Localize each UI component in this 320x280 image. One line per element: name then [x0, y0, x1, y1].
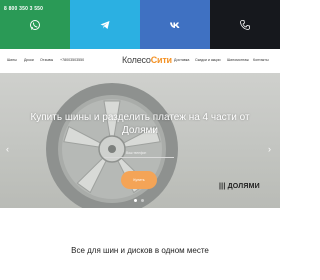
- nav-tires[interactable]: Шины: [7, 58, 17, 62]
- social-bar: 8 800 350 3 550: [0, 0, 280, 49]
- nav-phone[interactable]: +78003503550: [60, 58, 84, 62]
- vk-link[interactable]: [140, 0, 210, 49]
- call-link[interactable]: [210, 0, 280, 49]
- nav-delivery[interactable]: Доставка: [174, 58, 189, 62]
- site-logo[interactable]: КолесоСити: [122, 55, 172, 65]
- telegram-link[interactable]: [70, 0, 140, 49]
- phone-input[interactable]: Ваш телефон: [104, 150, 174, 158]
- buy-button[interactable]: Купить: [121, 171, 157, 189]
- nav-contacts[interactable]: Контакты: [253, 58, 269, 62]
- phone-input-placeholder: Ваш телефон: [126, 151, 147, 155]
- nav-wheels[interactable]: Диски: [24, 58, 34, 62]
- section-heading: Все для шин и дисков в одном месте: [71, 246, 209, 255]
- logo-text-main: Колесо: [122, 55, 151, 65]
- phone-number[interactable]: 8 800 350 3 550: [4, 6, 43, 12]
- whatsapp-link[interactable]: 8 800 350 3 550: [0, 0, 70, 49]
- carousel-dot[interactable]: [141, 199, 144, 202]
- carousel-next-button[interactable]: ›: [268, 144, 271, 154]
- wheel-image: [46, 83, 178, 208]
- hero-title: Купить шины и разделить платеж на 4 част…: [30, 112, 250, 136]
- phone-icon: [240, 19, 250, 30]
- nav-reviews[interactable]: Отзывы: [40, 58, 53, 62]
- carousel-dot-active[interactable]: [134, 199, 137, 202]
- hero-banner: ‹ › Купить шины и разделить платеж на 4 …: [0, 73, 280, 208]
- nav-discounts[interactable]: Скидки и акции: [195, 58, 221, 62]
- main-nav: Шины Диски Отзывы +78003503550 КолесоСит…: [0, 49, 280, 73]
- vk-icon: [170, 22, 180, 28]
- telegram-icon: [100, 20, 110, 29]
- carousel-prev-button[interactable]: ‹: [6, 144, 9, 154]
- nav-tire-service[interactable]: Шиномонтаж: [227, 58, 249, 62]
- logo-text-accent: Сити: [150, 55, 172, 65]
- dolyami-logo: ||| ДОЛЯМИ: [219, 183, 260, 190]
- whatsapp-icon: [30, 19, 40, 30]
